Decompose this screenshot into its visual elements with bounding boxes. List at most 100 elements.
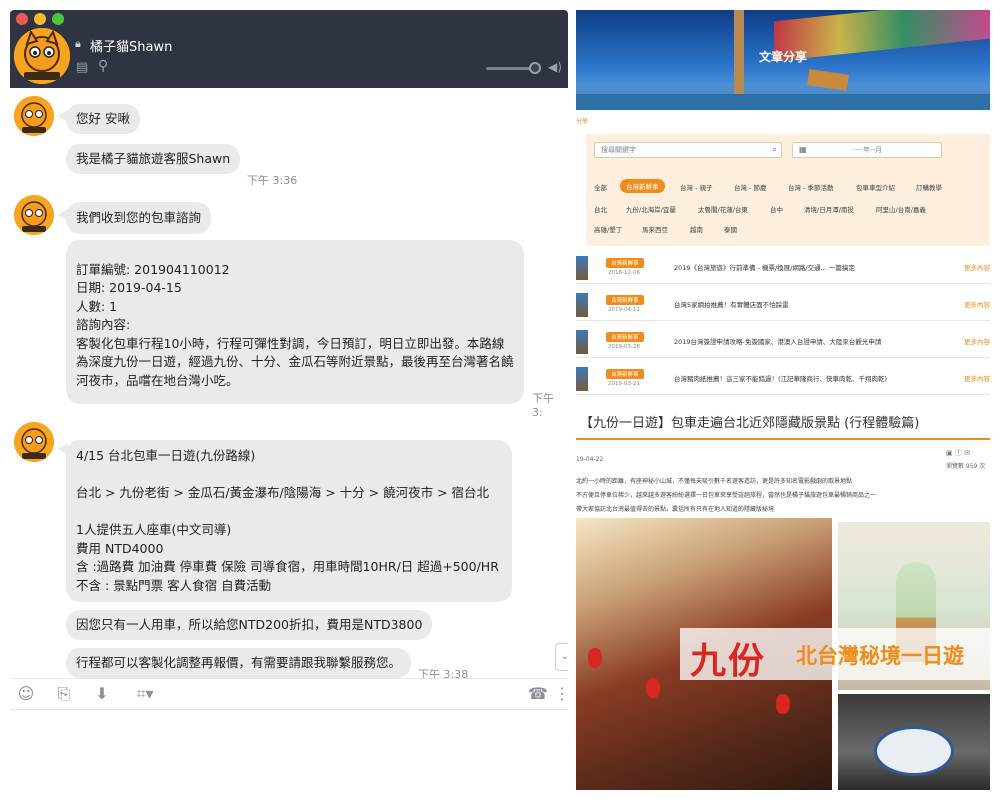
- post-paragraph: 帶大家協訪北台灣最值得去的景點，囊括所有只有在地人知道的隱藏版秘境: [576, 506, 775, 513]
- article-date: 2019-04-11: [608, 307, 640, 313]
- article-row[interactable]: 台灣新鮮事 2019-03-28 2019台灣簽證申請攻略-免簽國家、港澳入台證…: [576, 328, 990, 358]
- category-alishan[interactable]: 阿里山/台南/嘉義: [876, 204, 926, 214]
- article-tag: 台灣新鮮事: [606, 332, 644, 342]
- message-bubble[interactable]: 您好 安啾: [66, 104, 140, 134]
- more-link[interactable]: 更多內容: [964, 336, 990, 346]
- article-tag: 台灣新鮮事: [606, 295, 644, 305]
- message-bubble[interactable]: 行程都可以客製化調整再報價，有需要請跟我聯繫服務您。: [66, 648, 412, 678]
- lantern-image: [776, 694, 790, 714]
- category-how-to-book[interactable]: 訂購教學: [916, 182, 942, 192]
- filter-panel: 搜尋關鍵字 ⌕ ▦ ----年--月 全部 台灣新鮮事 台灣 - 親子 台灣 -…: [586, 134, 990, 246]
- category-car-types[interactable]: 包車車型介紹: [856, 182, 895, 192]
- category-kaohsiung[interactable]: 高雄/墾丁: [594, 224, 622, 234]
- contact-avatar[interactable]: [14, 28, 70, 84]
- post-title: 【九份一日遊】包車走遍台北近郊隱藏版景點 (行程體驗篇): [580, 416, 920, 431]
- banner-subtitle: 北台灣秘境一日遊: [796, 644, 964, 668]
- speaker-icon[interactable]: ◀︎): [548, 60, 562, 74]
- category-all[interactable]: 全部: [594, 182, 607, 192]
- message-bubble[interactable]: 我們收到您的包車諮詢: [66, 202, 212, 234]
- article-title[interactable]: 2019《台灣旅遊》行前準備 - 機票/換匯/網路/交通... 一篇搞定: [674, 262, 855, 272]
- category-cingjing[interactable]: 清境/日月潭/南投: [804, 204, 854, 214]
- search-placeholder: 搜尋關鍵字: [601, 146, 636, 154]
- more-link[interactable]: 更多內容: [964, 262, 990, 272]
- share-icons[interactable]: ▣ ⓕ ✉: [946, 448, 970, 458]
- message-list[interactable]: 您好 安啾 我是橘子貓旅遊客服Shawn 下午 3:36 我們收到您的包車諮詢 …: [10, 88, 568, 681]
- close-window-button[interactable]: [16, 13, 28, 25]
- lantern-image: [646, 678, 660, 698]
- search-input[interactable]: 搜尋關鍵字 ⌕: [594, 142, 782, 158]
- blog-page: 文章分享 分享 搜尋關鍵字 ⌕ ▦ ----年--月 全部 台灣新鮮事 台灣 -…: [576, 10, 990, 790]
- chat-toolbar: ☺ ⎘ ⬇ ⌗▾ ☎ ⋮: [10, 678, 568, 710]
- article-thumbnail[interactable]: [576, 330, 588, 354]
- more-link[interactable]: 更多內容: [964, 299, 990, 309]
- category-malaysia[interactable]: 馬來西亞: [642, 224, 668, 234]
- month-picker[interactable]: ▦ ----年--月: [792, 142, 942, 158]
- article-thumbnail[interactable]: [576, 256, 588, 280]
- banner-headline: 九份: [690, 640, 767, 682]
- download-icon[interactable]: ⬇: [92, 684, 112, 704]
- article-date: 2019-03-21: [608, 381, 640, 387]
- article-row[interactable]: 台灣新鮮事 2018-12-06 2019《台灣旅遊》行前準備 - 機票/換匯/…: [576, 254, 990, 284]
- search-icon[interactable]: ⌕: [773, 143, 777, 157]
- article-date: 2018-12-06: [608, 270, 640, 276]
- minimize-window-button[interactable]: [34, 13, 46, 25]
- category-taroko[interactable]: 太魯閣/花蓮/台東: [698, 204, 748, 214]
- chat-window: 🔒︎ 橘子貓Shawn ▤ ⚲ ◀︎) 您好 安啾 我是橘子貓旅遊客服Shawn…: [10, 10, 568, 710]
- message-time: 下午 3:36: [247, 174, 298, 187]
- sender-avatar[interactable]: [14, 96, 54, 136]
- month-placeholder: ----年--月: [853, 146, 883, 154]
- crop-icon[interactable]: ⌗▾: [130, 684, 160, 704]
- title-divider: [576, 438, 990, 440]
- article-tag: 台灣新鮮事: [606, 369, 644, 379]
- category-seasonal[interactable]: 台灣 - 季節活動: [788, 182, 833, 192]
- article-title[interactable]: 2019台灣簽證申請攻略-免簽國家、港澳入台證申請、大陸來台觀光申請: [674, 336, 881, 346]
- category-jiufen[interactable]: 九份/北海岸/宜蘭: [626, 204, 676, 214]
- post-paragraph: 北約一小時的距離，有座神秘小山城，不僅每天吸引數千名遊客造訪，更是許多知名電影戲…: [576, 478, 853, 485]
- lock-icon: 🔒︎: [75, 37, 81, 50]
- category-taiwan-news[interactable]: 台灣新鮮事: [620, 179, 665, 193]
- phone-icon[interactable]: ☎: [528, 684, 548, 704]
- article-thumbnail[interactable]: [576, 293, 588, 317]
- article-title[interactable]: 台灣豬肉紙推薦！這三家不能錯過！(江記華隆商行、快車肉乾、千翔肉乾): [674, 373, 887, 383]
- page-title: 文章分享: [758, 50, 807, 64]
- promo-banner: 九份 北台灣秘境一日遊: [680, 628, 990, 682]
- soup-bowl-image: [874, 726, 954, 776]
- more-link[interactable]: 更多內容: [964, 373, 990, 383]
- sender-avatar[interactable]: [14, 422, 54, 462]
- volume-slider-knob[interactable]: [529, 62, 541, 74]
- category-family[interactable]: 台灣 - 親子: [680, 182, 712, 192]
- notes-icon[interactable]: ▤: [76, 60, 88, 75]
- calendar-icon: ▦: [799, 145, 807, 154]
- message-time: 下午 3:: [532, 392, 554, 419]
- category-taipei[interactable]: 台北: [594, 204, 607, 214]
- view-count: 瀏覽數 959 次: [946, 463, 986, 470]
- emoji-icon[interactable]: ☺: [16, 684, 36, 704]
- sender-avatar[interactable]: [14, 195, 54, 235]
- article-date: 2019-03-28: [608, 344, 640, 350]
- more-icon[interactable]: ⋮: [552, 684, 568, 704]
- scroll-down-button[interactable]: ⌄: [555, 643, 568, 671]
- zoom-window-button[interactable]: [52, 13, 64, 25]
- sea-image: [576, 94, 990, 110]
- category-festivals[interactable]: 台灣 - 節慶: [734, 182, 766, 192]
- taro-ball-soup-photo: [838, 694, 990, 790]
- category-vietnam[interactable]: 越南: [690, 224, 703, 234]
- article-thumbnail[interactable]: [576, 367, 588, 391]
- article-row[interactable]: 台灣新鮮事 2019-03-21 台灣豬肉紙推薦！這三家不能錯過！(江記華隆商行…: [576, 365, 990, 395]
- breadcrumb[interactable]: 分享: [576, 116, 588, 125]
- message-bubble[interactable]: 我是橘子貓旅遊客服Shawn: [66, 144, 241, 174]
- message-bubble[interactable]: 4/15 台北包車一日遊(九份路線) 台北 > 九份老街 > 金瓜石/黃金瀑布/…: [66, 440, 512, 602]
- contact-name: 橘子貓Shawn: [90, 40, 173, 55]
- category-taichung[interactable]: 台中: [770, 204, 783, 214]
- post-date: 19-04-22: [576, 456, 604, 463]
- article-row[interactable]: 台灣新鮮事 2019-04-11 台灣5家網拍推薦！有實體店面不怕踩雷 更多內容: [576, 291, 990, 321]
- wooden-sign-image: [807, 69, 849, 91]
- article-title[interactable]: 台灣5家網拍推薦！有實體店面不怕踩雷: [674, 299, 789, 309]
- paperclip-icon[interactable]: ⎘: [54, 684, 74, 704]
- lantern-image: [588, 648, 602, 668]
- search-icon[interactable]: ⚲: [98, 58, 108, 74]
- message-bubble[interactable]: 因您只有一人用車，所以給您NTD200折扣，費用是NTD3800: [66, 610, 433, 640]
- message-bubble[interactable]: 訂單編號: 201904110012 日期: 2019-04-15 人數: 1 …: [66, 240, 524, 404]
- category-thailand[interactable]: 泰國: [724, 224, 737, 234]
- article-tag: 台灣新鮮事: [606, 258, 644, 268]
